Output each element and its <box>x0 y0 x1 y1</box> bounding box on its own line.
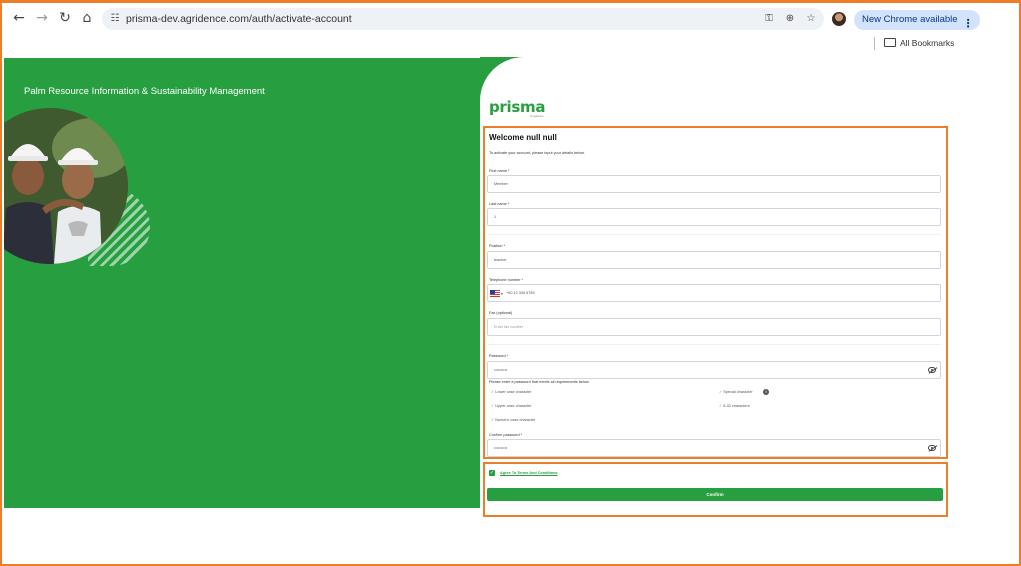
divider <box>487 234 941 235</box>
last-name-label: Last name * <box>489 202 510 206</box>
browser-toolbar: ← → ↻ ⌂ ☷ prisma-dev.agridence.com/auth/… <box>2 3 1019 33</box>
new-chrome-label: New Chrome available <box>862 14 958 25</box>
password-hint: Please enter a password that meets all r… <box>489 380 590 384</box>
bookmarks-bar: All Bookmarks <box>2 33 1019 55</box>
terms-checkbox[interactable]: ✓ <box>489 470 495 476</box>
logo-subtext: by agridence <box>530 115 544 118</box>
forward-icon[interactable]: → <box>33 9 51 27</box>
check-icon: ✓ <box>719 403 723 408</box>
kebab-menu-icon[interactable]: ⋮ <box>963 14 974 34</box>
url-text: prisma-dev.agridence.com/auth/activate-a… <box>126 13 352 25</box>
fax-label: Fax (optional) <box>489 311 513 315</box>
form-title: Welcome null null <box>489 133 557 142</box>
profile-avatar[interactable] <box>832 12 846 26</box>
requirement-upper-label: Upper case character <box>495 404 532 408</box>
requirement-lower-label: Lower case character <box>495 390 532 394</box>
password-label: Password * <box>489 354 509 358</box>
position-value: teacher <box>494 258 507 262</box>
address-bar[interactable]: ☷ prisma-dev.agridence.com/auth/activate… <box>102 8 824 30</box>
confirm-button[interactable]: Confirm <box>487 488 943 501</box>
new-chrome-button[interactable]: New Chrome available ⋮ <box>854 10 980 30</box>
fax-field[interactable]: Enter fax number <box>487 318 941 336</box>
first-name-label: First name * <box>489 169 510 173</box>
confirm-password-value: •••••••••• <box>494 446 508 450</box>
hero-title: Palm Resource Information & Sustainabili… <box>24 86 265 97</box>
folder-icon[interactable] <box>884 38 896 47</box>
telephone-field[interactable]: ▾ +60 12 345 6789 <box>487 284 941 302</box>
requirement-lower: ✓ Lower case character <box>491 389 532 395</box>
confirm-password-label: Confirm password * <box>489 433 523 437</box>
last-name-value: 1 <box>494 215 497 219</box>
us-flag-icon[interactable] <box>490 290 500 297</box>
star-icon[interactable]: ☆ <box>804 12 818 26</box>
chevron-down-icon[interactable]: ▾ <box>501 291 503 296</box>
first-name-field[interactable]: Member <box>487 175 941 193</box>
info-icon[interactable]: i <box>763 389 769 395</box>
terms-link[interactable]: Agree To Terms And Conditions <box>500 471 558 476</box>
form-subtitle: To activate your account, please input y… <box>489 151 585 155</box>
prisma-logo: prisma <box>489 98 546 116</box>
site-info-icon[interactable]: ☷ <box>108 12 122 26</box>
home-icon[interactable]: ⌂ <box>78 9 96 27</box>
password-value: •••••••••• <box>494 368 508 372</box>
requirement-upper: ✓ Upper case character <box>491 403 532 409</box>
first-name-value: Member <box>494 182 508 186</box>
password-field[interactable]: •••••••••• <box>487 361 941 379</box>
check-icon: ✓ <box>491 389 495 394</box>
divider <box>487 344 941 345</box>
back-icon[interactable]: ← <box>10 9 28 27</box>
all-bookmarks-link[interactable]: All Bookmarks <box>900 38 954 49</box>
password-key-icon[interactable]: ⚿ <box>762 12 776 26</box>
requirement-numeric-label: Numeric case character <box>495 418 536 422</box>
check-icon: ✓ <box>491 403 495 408</box>
telephone-label: Telephone number * <box>489 278 523 282</box>
check-icon: ✓ <box>491 417 495 422</box>
eye-off-icon[interactable] <box>928 445 936 451</box>
requirement-special: ✓ Special character <box>719 389 753 395</box>
requirement-length-label: 8-32 characters <box>723 404 750 408</box>
eye-off-icon[interactable] <box>928 367 936 373</box>
requirement-length: ✓ 8-32 characters <box>719 403 750 409</box>
fax-placeholder: Enter fax number <box>494 325 524 329</box>
workers-illustration <box>4 108 128 264</box>
requirement-special-label: Special character <box>723 390 753 394</box>
reload-icon[interactable]: ↻ <box>56 9 74 27</box>
bookmarks-separator <box>874 37 875 50</box>
telephone-value: +60 12 345 6789 <box>506 291 535 295</box>
last-name-field[interactable]: 1 <box>487 208 941 226</box>
hero-photo <box>4 108 128 264</box>
hero-photo-circle <box>4 108 128 264</box>
zoom-icon[interactable]: ⊕ <box>783 12 797 26</box>
position-field[interactable]: teacher <box>487 251 941 269</box>
position-label: Position * <box>489 244 506 248</box>
check-icon: ✓ <box>719 389 723 394</box>
requirement-numeric: ✓ Numeric case character <box>491 417 535 423</box>
confirm-password-field[interactable]: •••••••••• <box>487 439 941 457</box>
